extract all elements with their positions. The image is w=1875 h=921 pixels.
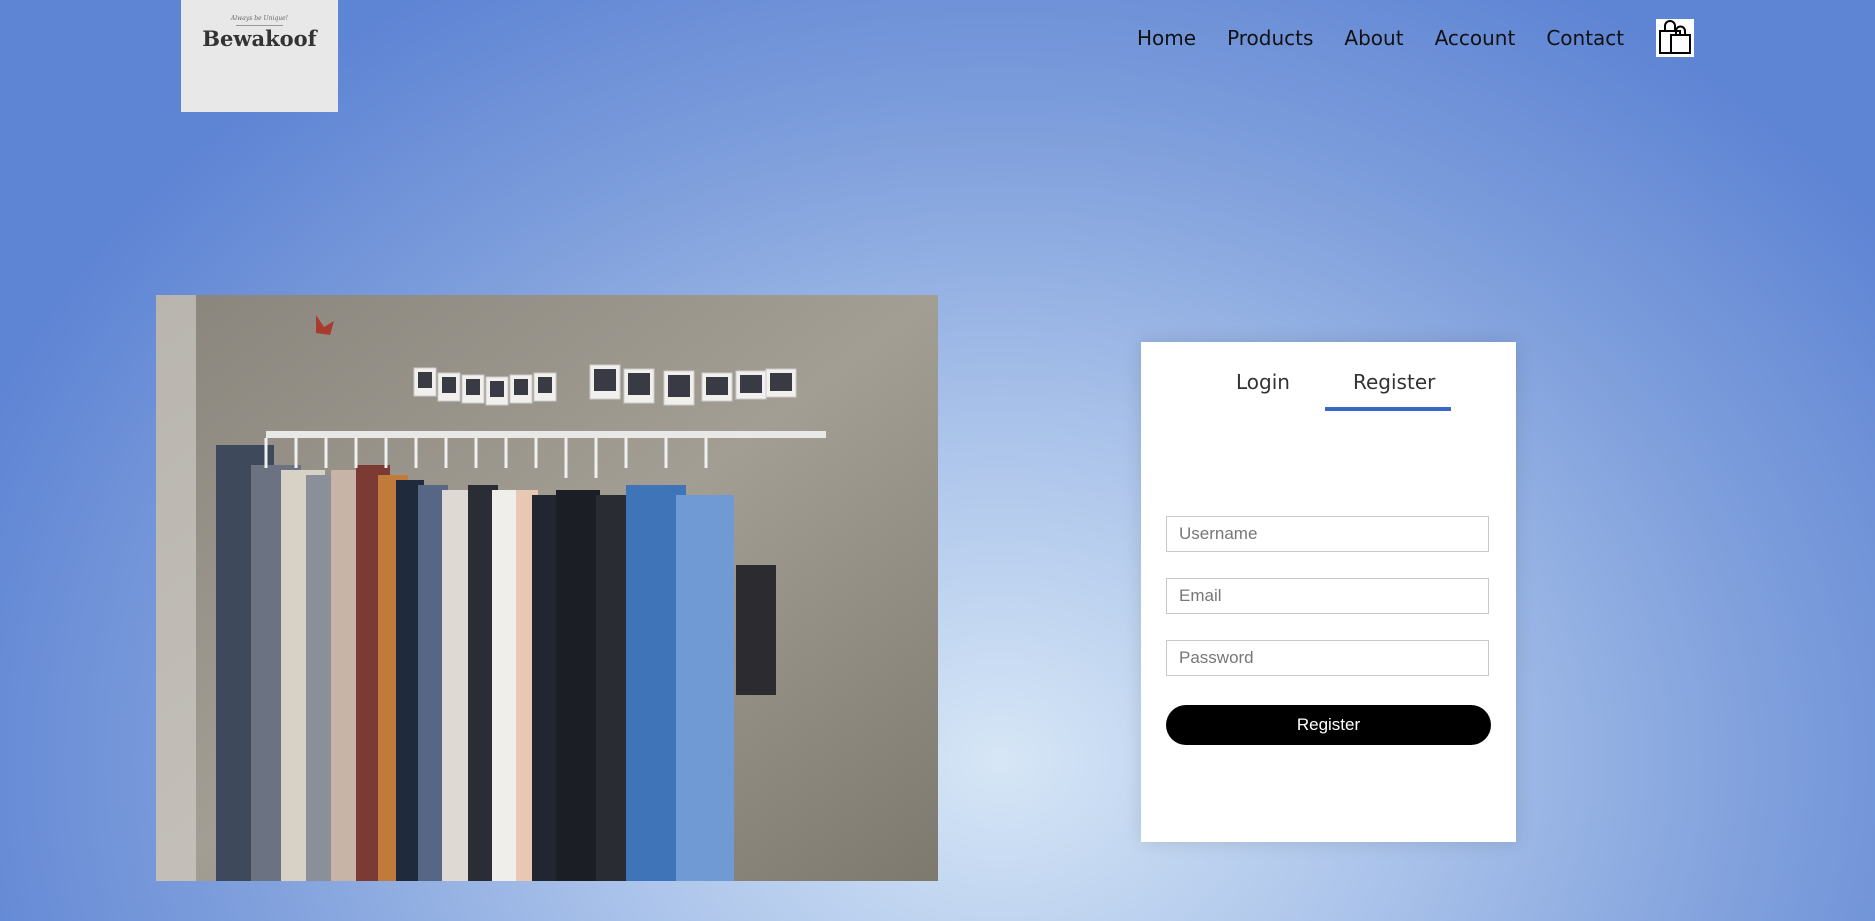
- tab-register[interactable]: Register: [1353, 367, 1435, 397]
- register-button[interactable]: Register: [1166, 705, 1491, 745]
- shopping-bag-icon[interactable]: [1656, 19, 1694, 57]
- email-field[interactable]: [1166, 578, 1489, 614]
- brand-logo[interactable]: Always be Unique! Bewakoof: [181, 0, 338, 112]
- nav-about[interactable]: About: [1344, 24, 1403, 52]
- password-field[interactable]: [1166, 640, 1489, 676]
- auth-card: Login Register Register: [1141, 342, 1516, 842]
- nav-products[interactable]: Products: [1227, 24, 1313, 52]
- tab-login[interactable]: Login: [1236, 367, 1290, 397]
- username-field[interactable]: [1166, 516, 1489, 552]
- clothes-rack-image: [156, 295, 938, 881]
- brand-tagline: Always be Unique!: [230, 15, 289, 22]
- nav-account[interactable]: Account: [1435, 24, 1516, 52]
- nav-home[interactable]: Home: [1137, 24, 1196, 52]
- active-tab-indicator: [1325, 407, 1451, 411]
- main-nav: Home Products About Account Contact: [1137, 24, 1655, 52]
- brand-name: Bewakoof: [202, 26, 317, 51]
- nav-contact[interactable]: Contact: [1546, 24, 1624, 52]
